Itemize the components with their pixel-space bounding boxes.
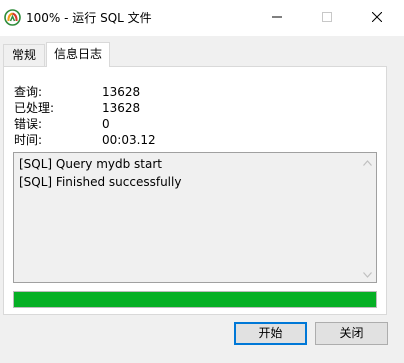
window-title: 100% - 运行 SQL 文件: [26, 11, 152, 25]
minimize-icon: [272, 11, 282, 25]
errors-label: 错误:: [14, 117, 43, 131]
scroll-up-button[interactable]: [359, 153, 376, 170]
title-bar: 100% - 运行 SQL 文件: [0, 0, 404, 36]
minimize-button[interactable]: [254, 0, 300, 36]
chevron-down-icon: [363, 267, 372, 281]
progress-fill: [14, 292, 376, 307]
close-button[interactable]: 关闭: [315, 322, 388, 345]
errors-value: 0: [102, 117, 110, 131]
tab-general[interactable]: 常规: [3, 44, 45, 66]
log-line: [SQL] Finished successfully: [19, 175, 182, 189]
time-label: 时间:: [14, 133, 43, 147]
start-button[interactable]: 开始: [234, 322, 307, 345]
log-scrollbar[interactable]: [359, 153, 376, 282]
processed-value: 13628: [102, 101, 141, 115]
processed-label: 已处理:: [14, 101, 55, 115]
query-label: 查询:: [14, 85, 43, 99]
navicat-logo-icon: [4, 9, 21, 26]
tab-info-log[interactable]: 信息日志: [46, 42, 110, 67]
scroll-down-button[interactable]: [359, 265, 376, 282]
chevron-up-icon: [363, 155, 372, 169]
progress-bar: [13, 291, 377, 308]
maximize-button: [304, 0, 350, 36]
maximize-icon: [322, 11, 332, 25]
close-icon: [371, 11, 383, 25]
log-line: [SQL] Query mydb start: [19, 157, 162, 171]
log-output[interactable]: [SQL] Query mydb start [SQL] Finished su…: [13, 152, 377, 283]
info-log-panel: 查询: 13628 已处理: 13628 错误: 0 时间: 00:03.12 …: [3, 66, 387, 315]
close-window-button[interactable]: [354, 0, 400, 36]
query-value: 13628: [102, 85, 141, 99]
run-sql-file-dialog: 100% - 运行 SQL 文件 常规 信息日志 查询: 13628 已处理: …: [0, 0, 404, 363]
time-value: 00:03.12: [102, 133, 156, 147]
